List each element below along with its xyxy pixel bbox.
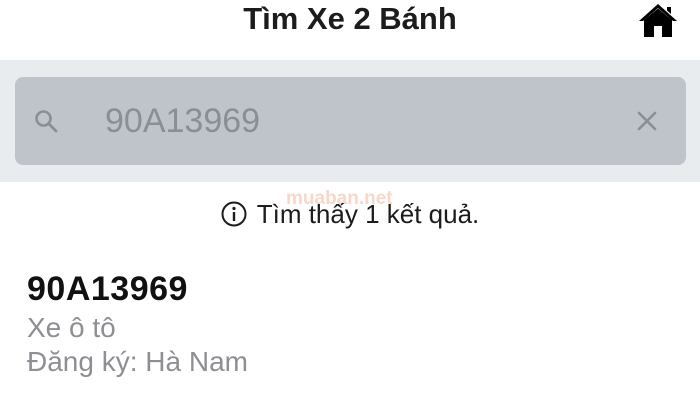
home-button[interactable]	[634, 0, 682, 40]
result-count-text: Tìm thấy 1 kết quả.	[256, 198, 480, 229]
home-icon	[639, 4, 677, 37]
header: Tìm Xe 2 Bánh	[0, 0, 700, 60]
registration: Đăng ký: Hà Nam	[27, 344, 667, 378]
close-icon[interactable]	[633, 107, 661, 135]
search-field[interactable]	[15, 77, 686, 165]
info-icon	[221, 201, 247, 227]
result-count: Tìm thấy 1 kết quả.	[0, 196, 700, 232]
search-bar	[0, 60, 700, 182]
list-item[interactable]: 90A13969 Xe ô tô Đăng ký: Hà Nam	[27, 268, 667, 392]
vehicle-type: Xe ô tô	[27, 312, 116, 343]
search-input[interactable]	[105, 97, 605, 145]
search-icon	[35, 110, 58, 133]
registration-place: Hà Nam	[145, 346, 248, 377]
license-plate: 90A13969	[27, 270, 188, 308]
page-title: Tìm Xe 2 Bánh	[243, 1, 457, 36]
registration-label: Đăng ký:	[27, 346, 138, 377]
